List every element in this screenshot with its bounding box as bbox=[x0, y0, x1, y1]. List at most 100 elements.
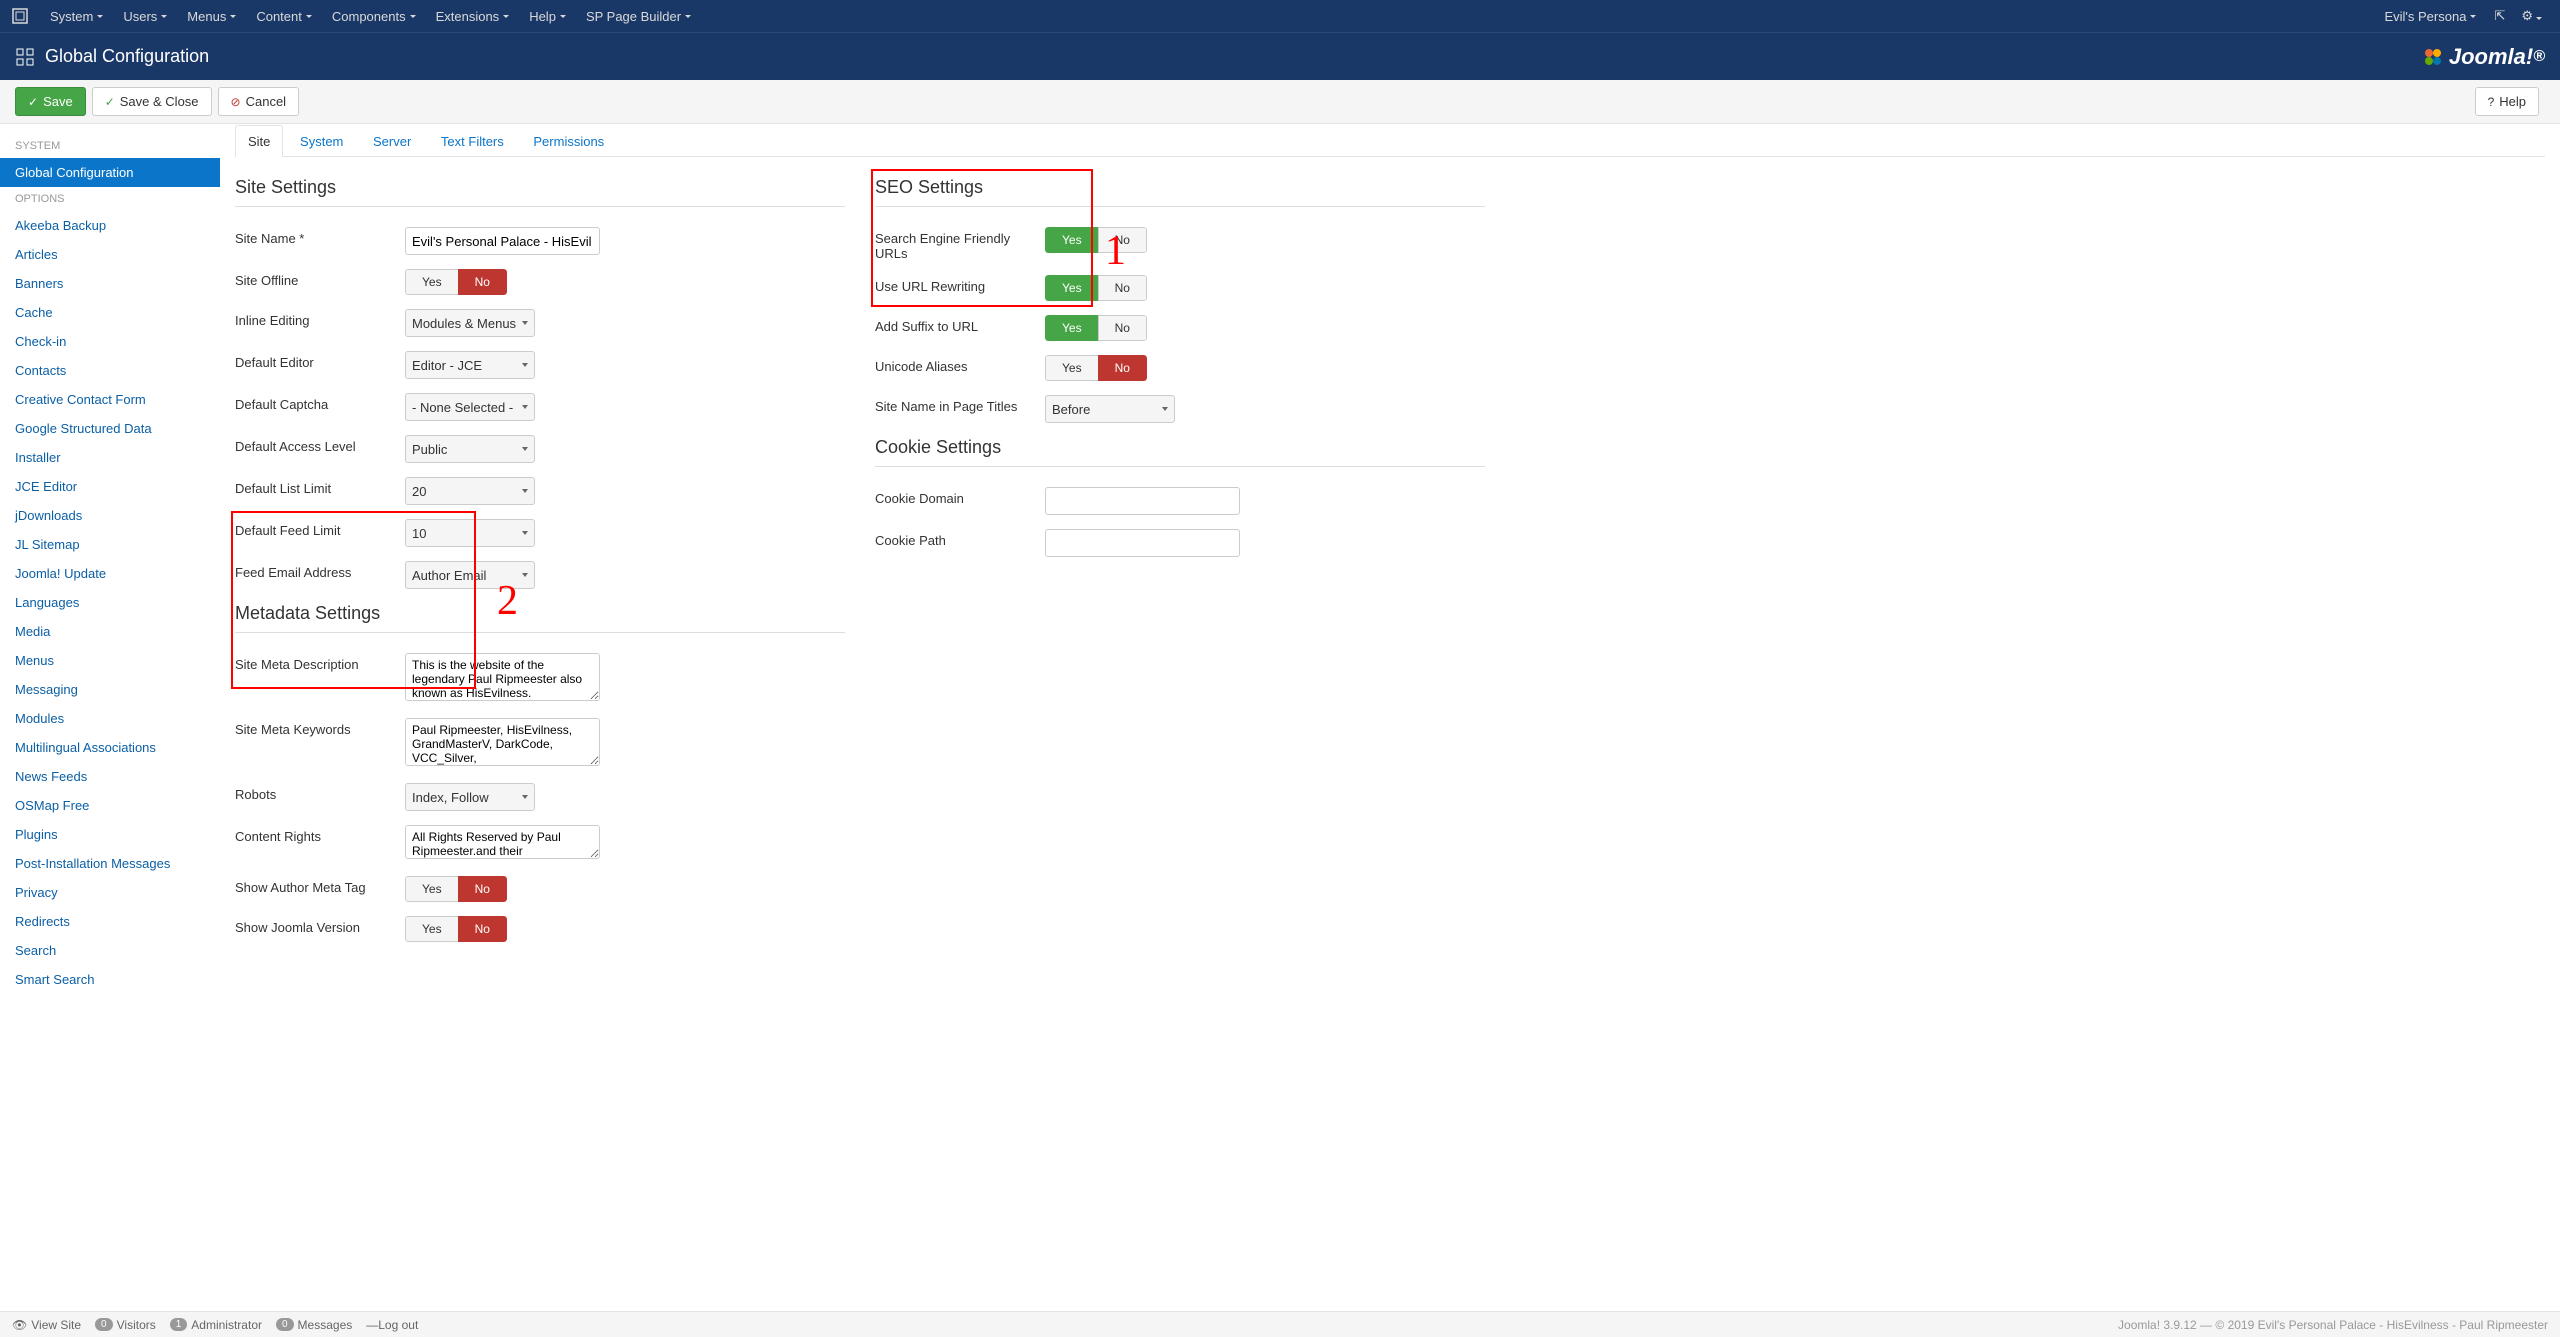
sidebar-item[interactable]: jDownloads bbox=[0, 501, 220, 530]
feed-email-select[interactable]: Author Email bbox=[405, 561, 535, 589]
sidebar-item[interactable]: Google Structured Data bbox=[0, 414, 220, 443]
add-suffix-toggle[interactable]: Yes No bbox=[1045, 315, 1147, 341]
opt-yes[interactable]: Yes bbox=[1045, 315, 1098, 341]
metadata-settings-heading: Metadata Settings bbox=[235, 603, 845, 633]
tabs: Site System Server Text Filters Permissi… bbox=[235, 124, 2545, 157]
opt-no[interactable]: No bbox=[458, 269, 507, 295]
menu-menus[interactable]: Menus bbox=[177, 0, 246, 32]
menu-components[interactable]: Components bbox=[322, 0, 426, 32]
view-site-link[interactable]: 👁 View Site bbox=[12, 1318, 81, 1332]
show-joomla-toggle[interactable]: Yes No bbox=[405, 916, 507, 942]
opt-no[interactable]: No bbox=[458, 916, 507, 942]
menu-user[interactable]: Evil's Persona bbox=[2374, 0, 2486, 32]
menu-help[interactable]: Help bbox=[519, 0, 576, 32]
tab-text-filters[interactable]: Text Filters bbox=[428, 125, 517, 157]
opt-yes[interactable]: Yes bbox=[1045, 227, 1098, 253]
sidebar-item[interactable]: Joomla! Update bbox=[0, 559, 220, 588]
titlebar: Global Configuration Joomla!® bbox=[0, 32, 2560, 80]
opt-yes[interactable]: Yes bbox=[405, 269, 458, 295]
save-close-button[interactable]: ✓Save & Close bbox=[92, 87, 212, 116]
save-button[interactable]: ✓Save bbox=[15, 87, 86, 116]
sidebar-item[interactable]: Smart Search bbox=[0, 965, 220, 994]
opt-yes[interactable]: Yes bbox=[405, 916, 458, 942]
visitors-link[interactable]: 0Visitors bbox=[95, 1318, 156, 1332]
external-link-icon[interactable]: ⇱ bbox=[2486, 8, 2513, 24]
opt-yes[interactable]: Yes bbox=[1045, 275, 1098, 301]
sidebar-item[interactable]: Menus bbox=[0, 646, 220, 675]
sitename-pagetitles-select[interactable]: Before bbox=[1045, 395, 1175, 423]
sidebar-item[interactable]: Cache bbox=[0, 298, 220, 327]
sidebar-item[interactable]: Plugins bbox=[0, 820, 220, 849]
unicode-aliases-label: Unicode Aliases bbox=[875, 355, 1045, 374]
content-rights-textarea[interactable] bbox=[405, 825, 600, 859]
tab-system[interactable]: System bbox=[287, 125, 356, 157]
sidebar-item[interactable]: Articles bbox=[0, 240, 220, 269]
menu-system[interactable]: System bbox=[40, 0, 113, 32]
opt-no[interactable]: No bbox=[1098, 227, 1147, 253]
default-list-limit-select[interactable]: 20 bbox=[405, 477, 535, 505]
sidebar-item[interactable]: Post-Installation Messages bbox=[0, 849, 220, 878]
show-author-toggle[interactable]: Yes No bbox=[405, 876, 507, 902]
administrator-link[interactable]: 1Administrator bbox=[170, 1318, 262, 1332]
tab-site[interactable]: Site bbox=[235, 125, 283, 157]
default-feed-limit-select[interactable]: 10 bbox=[405, 519, 535, 547]
messages-link[interactable]: 0Messages bbox=[276, 1318, 352, 1332]
sidebar-item[interactable]: Creative Contact Form bbox=[0, 385, 220, 414]
opt-yes[interactable]: Yes bbox=[405, 876, 458, 902]
help-button[interactable]: ?Help bbox=[2475, 87, 2539, 116]
sidebar-item[interactable]: Messaging bbox=[0, 675, 220, 704]
sidebar-item[interactable]: Search bbox=[0, 936, 220, 965]
logout-link[interactable]: — Log out bbox=[366, 1318, 418, 1332]
menu-sp-page-builder[interactable]: SP Page Builder bbox=[576, 0, 701, 32]
inline-editing-select[interactable]: Modules & Menus bbox=[405, 309, 535, 337]
default-editor-select[interactable]: Editor - JCE bbox=[405, 351, 535, 379]
robots-select[interactable]: Index, Follow bbox=[405, 783, 535, 811]
default-access-select[interactable]: Public bbox=[405, 435, 535, 463]
sidebar-item[interactable]: OSMap Free bbox=[0, 791, 220, 820]
meta-desc-textarea[interactable] bbox=[405, 653, 600, 701]
sidebar-item[interactable]: Banners bbox=[0, 269, 220, 298]
meta-keywords-textarea[interactable] bbox=[405, 718, 600, 766]
tab-server[interactable]: Server bbox=[360, 125, 424, 157]
cancel-button[interactable]: ⊘Cancel bbox=[218, 87, 300, 116]
tab-permissions[interactable]: Permissions bbox=[520, 125, 617, 157]
sef-toggle[interactable]: Yes No bbox=[1045, 227, 1147, 253]
inline-editing-label: Inline Editing bbox=[235, 309, 405, 328]
sidebar-item[interactable]: Privacy bbox=[0, 878, 220, 907]
meta-keywords-label: Site Meta Keywords bbox=[235, 718, 405, 737]
default-captcha-select[interactable]: - None Selected - bbox=[405, 393, 535, 421]
gear-icon[interactable]: ⚙ bbox=[2513, 8, 2550, 24]
add-suffix-label: Add Suffix to URL bbox=[875, 315, 1045, 334]
site-settings-heading: Site Settings bbox=[235, 177, 845, 207]
cookie-domain-input[interactable] bbox=[1045, 487, 1240, 515]
url-rewriting-toggle[interactable]: Yes No bbox=[1045, 275, 1147, 301]
sidebar-item[interactable]: Check-in bbox=[0, 327, 220, 356]
opt-no[interactable]: No bbox=[1098, 315, 1147, 341]
opt-no[interactable]: No bbox=[458, 876, 507, 902]
sidebar-item[interactable]: Installer bbox=[0, 443, 220, 472]
cookie-path-input[interactable] bbox=[1045, 529, 1240, 557]
sidebar-item[interactable]: Multilingual Associations bbox=[0, 733, 220, 762]
sidebar-item[interactable]: JCE Editor bbox=[0, 472, 220, 501]
sidebar-item[interactable]: Modules bbox=[0, 704, 220, 733]
sidebar-item[interactable]: Redirects bbox=[0, 907, 220, 936]
sidebar-item[interactable]: JL Sitemap bbox=[0, 530, 220, 559]
sidebar-item[interactable]: News Feeds bbox=[0, 762, 220, 791]
site-name-input[interactable] bbox=[405, 227, 600, 255]
right-column: SEO Settings Search Engine Friendly URLs… bbox=[875, 177, 1485, 956]
sidebar-item[interactable]: Languages bbox=[0, 588, 220, 617]
sidebar-item-global-configuration[interactable]: Global Configuration bbox=[0, 158, 220, 187]
menu-content[interactable]: Content bbox=[246, 0, 322, 32]
menu-extensions[interactable]: Extensions bbox=[426, 0, 520, 32]
opt-yes[interactable]: Yes bbox=[1045, 355, 1098, 381]
opt-no[interactable]: No bbox=[1098, 275, 1147, 301]
unicode-aliases-toggle[interactable]: Yes No bbox=[1045, 355, 1147, 381]
sidebar-item[interactable]: Contacts bbox=[0, 356, 220, 385]
menu-users[interactable]: Users bbox=[113, 0, 177, 32]
sidebar-item[interactable]: Media bbox=[0, 617, 220, 646]
caret-down-icon bbox=[503, 15, 509, 18]
sidebar-item[interactable]: Akeeba Backup bbox=[0, 211, 220, 240]
opt-no[interactable]: No bbox=[1098, 355, 1147, 381]
site-offline-toggle[interactable]: Yes No bbox=[405, 269, 507, 295]
caret-down-icon bbox=[522, 573, 528, 577]
